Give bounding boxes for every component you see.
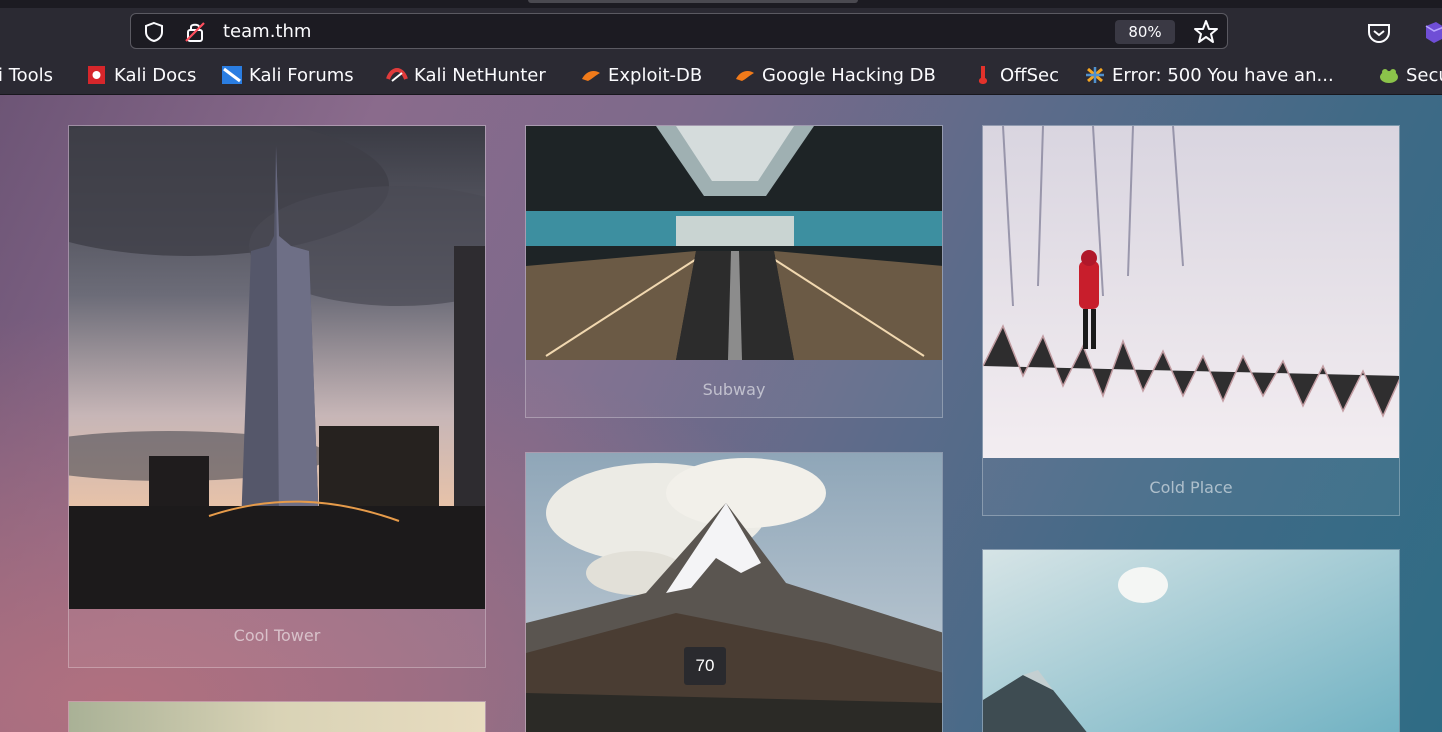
bookmark-label: Secu bbox=[1406, 64, 1442, 86]
bookmark-star-icon[interactable] bbox=[1193, 19, 1219, 45]
bookmark-label: Exploit-DB bbox=[608, 64, 703, 86]
bookmark-label: Error: 500 You have an... bbox=[1112, 64, 1334, 86]
bookmark-label: Google Hacking DB bbox=[762, 64, 936, 86]
bookmark-kali-nethunter[interactable]: Kali NetHunter bbox=[386, 63, 546, 87]
tab-strip bbox=[0, 0, 1442, 8]
zoom-level-badge[interactable]: 80% bbox=[1115, 20, 1175, 44]
mountain-image bbox=[526, 453, 942, 732]
bookmark-label: OffSec bbox=[1000, 64, 1059, 86]
bottom-left-image bbox=[69, 702, 485, 732]
gallery-card-cold-place[interactable]: Cold Place bbox=[982, 125, 1400, 516]
pocket-icon[interactable] bbox=[1366, 21, 1392, 45]
cold-place-image bbox=[983, 126, 1399, 458]
lake-image bbox=[983, 550, 1399, 732]
shield-icon[interactable] bbox=[143, 21, 165, 43]
kali-nethunter-icon bbox=[386, 68, 408, 82]
bookmark-label: i Tools bbox=[0, 64, 54, 86]
card-caption: Cool Tower bbox=[233, 626, 321, 645]
bookmark-offsec[interactable]: OffSec bbox=[972, 63, 1059, 87]
gallery-card-bottom-left[interactable] bbox=[68, 701, 486, 732]
gallery-card-subway[interactable]: Subway bbox=[525, 125, 943, 418]
extension-icon[interactable] bbox=[1420, 18, 1442, 46]
subway-image bbox=[526, 126, 942, 360]
card-caption: Cold Place bbox=[1149, 478, 1233, 497]
url-text[interactable]: team.thm bbox=[223, 21, 311, 42]
bookmark-kali-tools[interactable]: i Tools bbox=[0, 63, 53, 87]
gallery-card-lake[interactable] bbox=[982, 549, 1400, 732]
gallery-card-mountain[interactable] bbox=[525, 452, 943, 732]
bookmark-label: Kali NetHunter bbox=[414, 64, 546, 86]
tower-image bbox=[69, 126, 485, 609]
insecure-lock-icon[interactable] bbox=[183, 20, 207, 44]
selected-tab-edge[interactable] bbox=[528, 0, 858, 3]
gallery-card-cool-tower[interactable]: Cool Tower bbox=[68, 125, 486, 668]
bookmark-kali-docs[interactable]: Kali Docs bbox=[86, 63, 196, 87]
kali-docs-icon bbox=[88, 66, 105, 84]
exploit-db-icon bbox=[582, 71, 600, 81]
bookmark-label: Kali Docs bbox=[114, 64, 197, 86]
bookmarks-toolbar: i Tools Kali Docs Kali Forums Kali NetHu… bbox=[0, 56, 1442, 95]
bookmark-kali-forums[interactable]: Kali Forums bbox=[221, 63, 354, 87]
url-bar[interactable]: team.thm 80% bbox=[130, 13, 1228, 49]
bookmark-exploit-db[interactable]: Exploit-DB bbox=[580, 63, 702, 87]
bookmark-security[interactable]: Secu bbox=[1378, 63, 1442, 87]
bookmark-google-hacking-db[interactable]: Google Hacking DB bbox=[734, 63, 936, 87]
overlay-badge: 70 bbox=[684, 647, 726, 685]
card-caption: Subway bbox=[702, 380, 766, 399]
bookmark-error-500[interactable]: Error: 500 You have an... bbox=[1084, 63, 1334, 87]
security-icon bbox=[1380, 69, 1398, 83]
offsec-icon bbox=[978, 66, 988, 84]
page-content: Cool Tower Subway Cold Place 70 bbox=[0, 95, 1442, 732]
kali-forums-icon bbox=[222, 66, 242, 84]
ghdb-icon bbox=[736, 71, 754, 81]
bookmark-label: Kali Forums bbox=[249, 64, 354, 86]
navigation-bar: team.thm 80% bbox=[0, 8, 1442, 56]
joomla-icon bbox=[1086, 67, 1104, 83]
